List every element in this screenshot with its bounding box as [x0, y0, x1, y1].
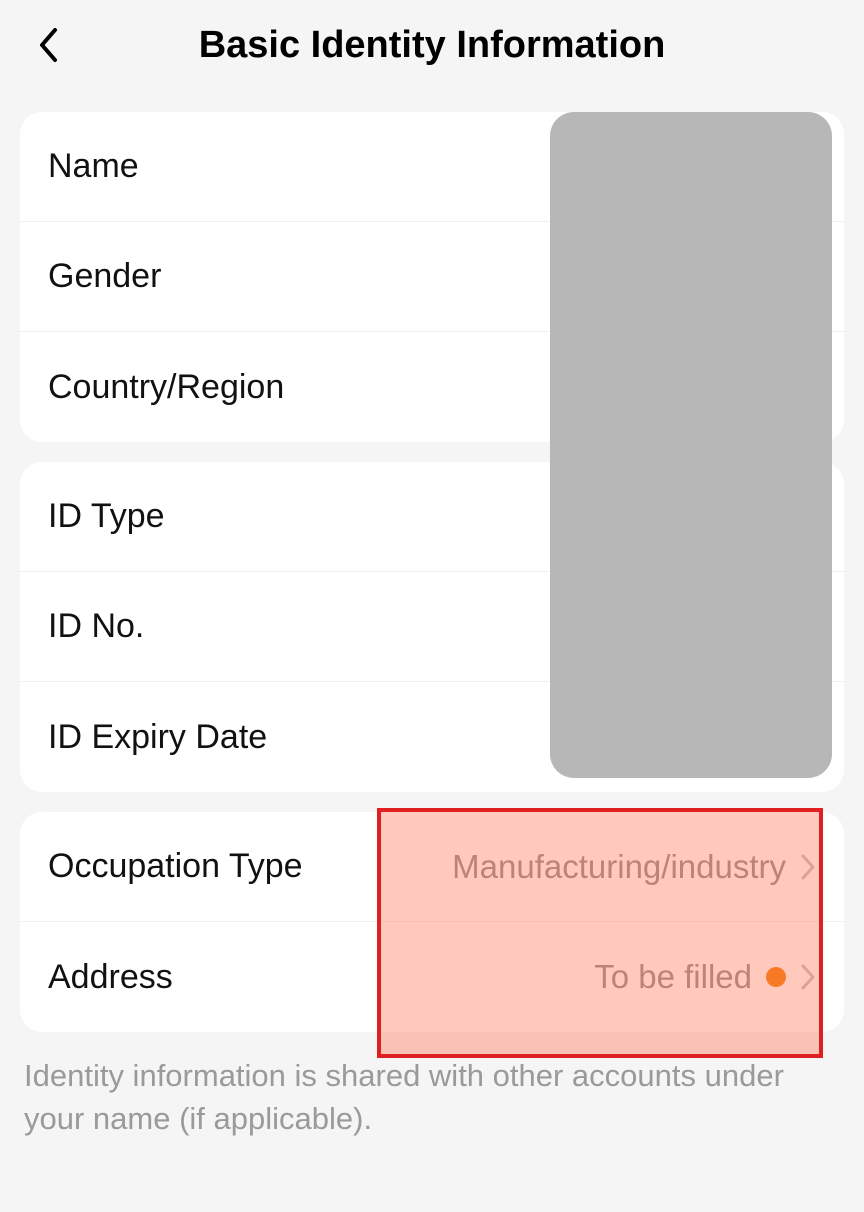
- back-button[interactable]: [28, 25, 68, 65]
- row-value-wrap: To be filled: [594, 958, 816, 996]
- footer-note: Identity information is shared with othe…: [24, 1054, 840, 1141]
- redacted-overlay: [550, 112, 832, 778]
- row-value: Manufacturing/industry: [452, 848, 786, 886]
- chevron-left-icon: [37, 27, 59, 63]
- row-label: ID Type: [48, 497, 165, 536]
- row-value: To be filled: [594, 958, 752, 996]
- group-other: Occupation Type Manufacturing/industry A…: [20, 812, 844, 1032]
- row-label: Gender: [48, 257, 161, 296]
- row-label: ID No.: [48, 607, 144, 646]
- row-label: ID Expiry Date: [48, 718, 267, 757]
- status-dot-icon: [766, 967, 786, 987]
- header: Basic Identity Information: [0, 0, 864, 90]
- row-label: Country/Region: [48, 368, 284, 407]
- row-value-wrap: Manufacturing/industry: [452, 848, 816, 886]
- row-label: Address: [48, 958, 173, 997]
- row-address[interactable]: Address To be filled: [20, 922, 844, 1032]
- chevron-right-icon: [800, 853, 816, 881]
- row-label: Name: [48, 147, 139, 186]
- page-title: Basic Identity Information: [199, 24, 666, 67]
- row-label: Occupation Type: [48, 847, 303, 886]
- chevron-right-icon: [800, 963, 816, 991]
- row-occupation-type[interactable]: Occupation Type Manufacturing/industry: [20, 812, 844, 922]
